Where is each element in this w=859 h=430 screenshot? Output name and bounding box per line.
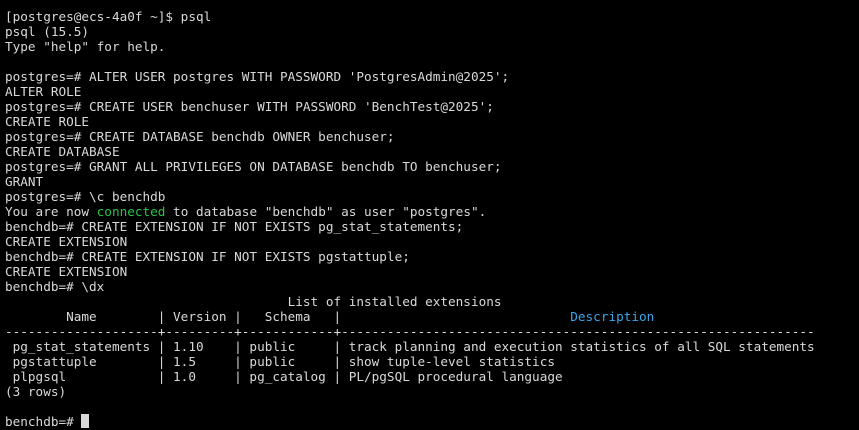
command-output: CREATE EXTENSION [5, 234, 128, 249]
command-output: CREATE EXTENSION [5, 264, 128, 279]
connect-message-prefix: You are now [5, 204, 97, 219]
command-line: benchdb=# CREATE EXTENSION IF NOT EXISTS… [5, 249, 410, 264]
connect-message-keyword: connected [96, 204, 166, 219]
command-line: postgres=# CREATE DATABASE benchdb OWNER… [5, 129, 395, 144]
psql-version-line: psql (15.5) [5, 24, 90, 39]
table-header-columns: Name | Version | Schema | [5, 309, 571, 324]
table-title: List of installed extensions [5, 294, 502, 309]
command-line: benchdb=# CREATE EXTENSION IF NOT EXISTS… [5, 219, 464, 234]
connect-message-suffix: to database "benchdb" as user "postgres"… [165, 204, 487, 219]
command-line: postgres=# ALTER USER postgres WITH PASS… [5, 69, 510, 84]
command-line: benchdb=# \dx [5, 279, 105, 294]
command-line: postgres=# CREATE USER benchuser WITH PA… [5, 99, 494, 114]
row-count: (3 rows) [5, 384, 67, 399]
table-row: plpgsql | 1.0 | pg_catalog | PL/pgSQL pr… [5, 369, 563, 384]
command-output: GRANT [5, 174, 44, 189]
command-output: CREATE ROLE [5, 114, 90, 129]
text-cursor[interactable] [81, 414, 90, 428]
command-output: CREATE DATABASE [5, 144, 120, 159]
table-row: pg_stat_statements | 1.10 | public | tra… [5, 339, 815, 354]
table-header-description: Description [570, 309, 655, 324]
connect-message: You are now connected to database "bench… [5, 204, 486, 219]
command-output: ALTER ROLE [5, 84, 82, 99]
help-hint-line: Type "help" for help. [5, 39, 166, 54]
table-row: pgstattuple | 1.5 | public | show tuple-… [5, 354, 555, 369]
command-line: postgres=# GRANT ALL PRIVILEGES ON DATAB… [5, 159, 502, 174]
terminal-window[interactable]: [postgres@ecs-4a0f ~]$ psql psql (15.5) … [0, 0, 859, 430]
table-header: Name | Version | Schema | Description [5, 309, 654, 324]
shell-prompt-line: [postgres@ecs-4a0f ~]$ psql [5, 9, 212, 24]
command-line: postgres=# \c benchdb [5, 189, 166, 204]
table-separator: --------------------+---------+---------… [5, 324, 815, 339]
input-prompt-line[interactable]: benchdb=# [5, 414, 90, 429]
final-prompt: benchdb=# [5, 414, 82, 429]
